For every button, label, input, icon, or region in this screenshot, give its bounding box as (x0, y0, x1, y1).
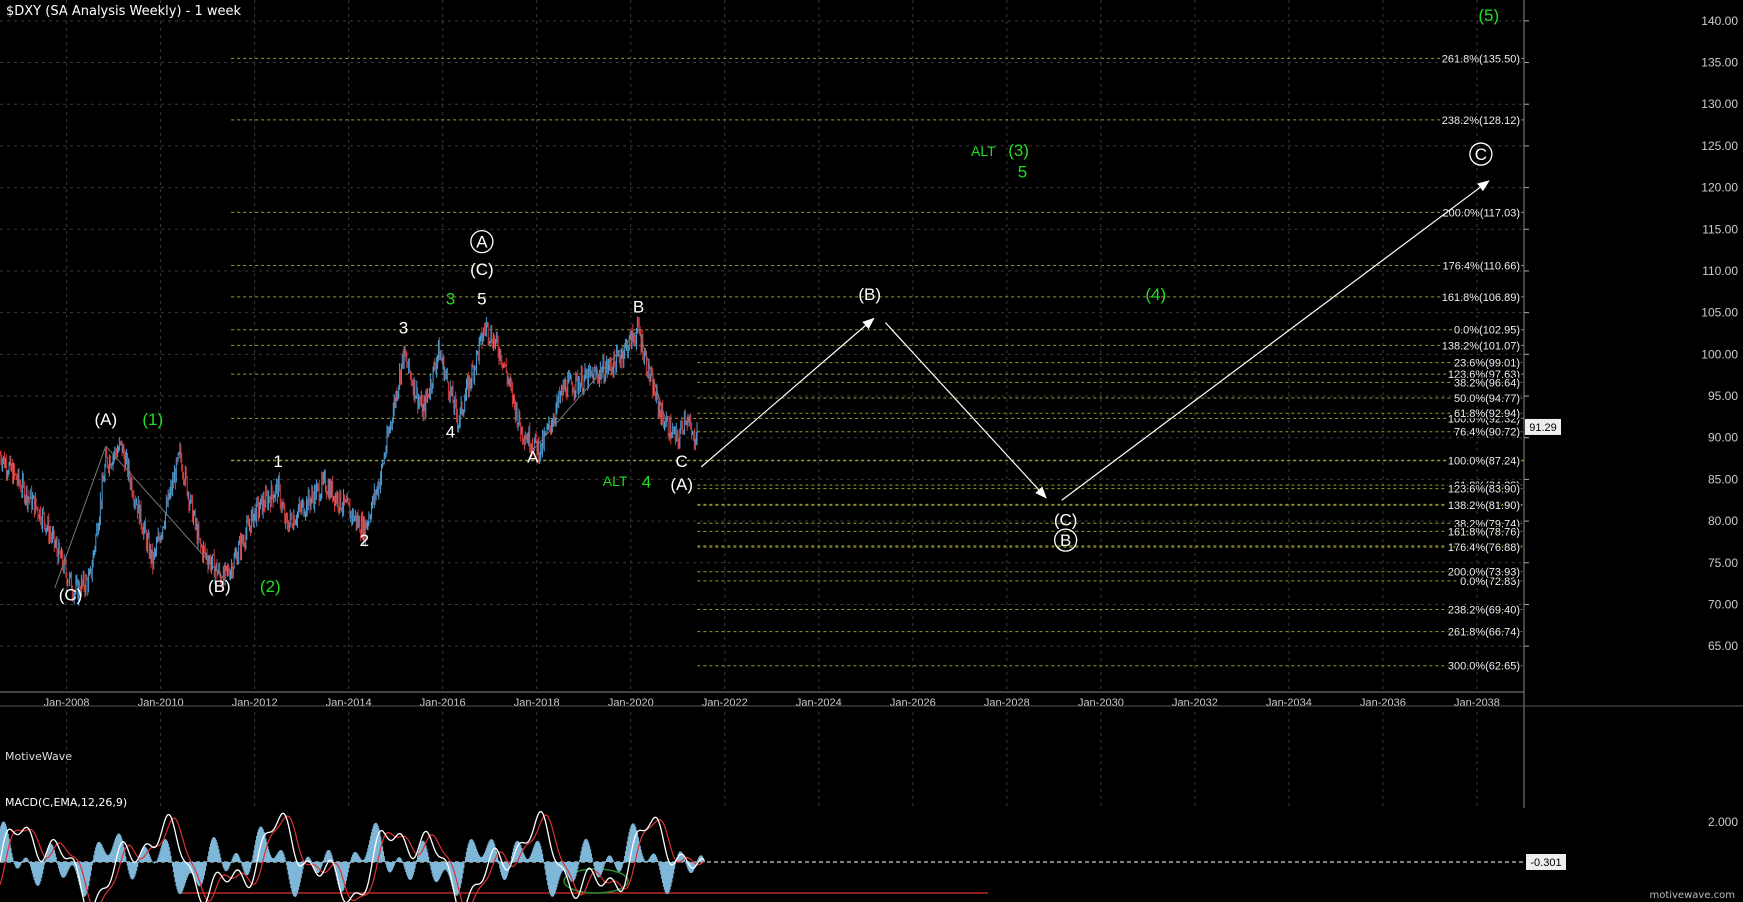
fib-label: 238.2%(128.12) (1442, 115, 1520, 127)
fib-label: 50.0%(94.77) (1454, 393, 1520, 405)
wave-diagonal (105, 445, 224, 579)
wave-label: (4) (1145, 285, 1166, 304)
wave-label: A (476, 233, 488, 252)
x-tick-label: Jan-2010 (138, 697, 184, 709)
x-tick-label: Jan-2018 (514, 697, 560, 709)
wave-label: ALT (603, 473, 628, 489)
brand-label: MotiveWave (5, 750, 73, 763)
wave-labels: (C) (A) (1) (B) (2) 1 2 3 4 3 5 (C) A A B C (A) ALT 4 (B) AL… (59, 6, 1499, 604)
wave-label: 3 (399, 318, 408, 337)
y-tick-label: 105.00 (1701, 306, 1738, 320)
wave-label: 4 (446, 423, 455, 442)
y-tick-label: 90.00 (1708, 431, 1738, 445)
y-tick-label: 85.00 (1708, 472, 1738, 486)
y-tick-label: 125.00 (1701, 139, 1738, 153)
fib-label: 100.0%(87.24) (1448, 456, 1520, 468)
y-tick-label: 65.00 (1708, 639, 1738, 653)
x-tick-label: Jan-2012 (232, 697, 278, 709)
wave-label: C (676, 452, 688, 471)
y-tick-label: 80.00 (1708, 514, 1738, 528)
x-tick-label: Jan-2016 (420, 697, 466, 709)
x-tick-label: Jan-2028 (984, 697, 1030, 709)
x-tick-label: Jan-2022 (702, 697, 748, 709)
wave-label: (C) (470, 260, 494, 279)
x-tick-label: Jan-2014 (326, 697, 372, 709)
fib-label: 176.4%(110.66) (1443, 260, 1520, 272)
x-tick-label: Jan-2034 (1266, 697, 1312, 709)
fib-label: 123.6%(83.90) (1448, 484, 1520, 496)
chart-title: $DXY (SA Analysis Weekly) - 1 week (6, 4, 242, 19)
y-tick-label: 120.00 (1701, 181, 1738, 195)
fib-label: 23.6%(99.01) (1454, 358, 1520, 370)
fib-label: 261.8%(135.50) (1442, 53, 1520, 65)
fib-label: 161.8%(78.76) (1448, 526, 1520, 538)
wave-label: (5) (1478, 6, 1499, 25)
y-tick-label: 75.00 (1708, 556, 1738, 570)
y-tick-label: 95.00 (1708, 389, 1738, 403)
y-tick-label: 140.00 (1701, 14, 1738, 28)
wave-label: 3 (446, 289, 455, 308)
wave-label: 5 (1018, 163, 1027, 182)
fib-label: 38.2%(96.64) (1454, 377, 1520, 389)
wave-label: 2 (360, 531, 369, 550)
wave-diagonal (54, 445, 107, 588)
fib-label: 238.2%(69.40) (1448, 604, 1520, 616)
wave-label: (2) (260, 577, 281, 596)
footer-watermark: motivewave.com (1649, 890, 1735, 901)
y-tick-label: 135.00 (1701, 56, 1738, 70)
macd-title: MACD(C,EMA,12,26,9) (5, 796, 128, 809)
fib-label: 300.0%(62.65) (1448, 661, 1520, 673)
macd-panel: 2.000 -0.301 (0, 810, 1738, 902)
wave-diagonal (532, 328, 639, 451)
y-tick-label: 110.00 (1702, 264, 1738, 278)
x-tick-label: Jan-2038 (1454, 697, 1500, 709)
wave-label: (C) (59, 585, 83, 604)
fib-label: 200.0%(73.93) (1448, 567, 1520, 579)
fib-label: 138.2%(101.07) (1442, 340, 1520, 352)
wave-label: (B) (858, 285, 881, 304)
x-tick-label: Jan-2032 (1172, 697, 1218, 709)
wave-label: (1) (142, 410, 163, 429)
x-tick-label: Jan-2036 (1360, 697, 1406, 709)
y-tick-label: 100.00 (1701, 347, 1738, 361)
chart-canvas: 261.8%(135.50) 238.2%(128.12) 200.0%(117.0… (0, 0, 1743, 902)
fib-label: 61.8%(92.94) (1454, 408, 1520, 420)
wave-label: (A) (94, 410, 117, 429)
macd-value-label: -0.301 (1530, 857, 1561, 869)
macd-tick-label: 2.000 (1708, 815, 1738, 829)
fib-label: 161.8%(106.89) (1442, 292, 1520, 304)
wave-diagonal (638, 329, 667, 422)
x-tick-label: Jan-2020 (608, 697, 654, 709)
x-tick-label: Jan-2026 (890, 697, 936, 709)
grid-lines (0, 0, 1524, 808)
y-tick-label: 130.00 (1701, 97, 1738, 111)
last-price-label: 91.29 (1529, 422, 1557, 434)
x-tick-label: Jan-2024 (796, 697, 842, 709)
wave-label: B (633, 298, 644, 317)
fib-label: 176.4%(76.88) (1448, 542, 1520, 554)
wave-label: (3) (1008, 141, 1029, 160)
wave-label: ALT (971, 143, 996, 159)
fib-label: 0.0%(102.95) (1454, 325, 1520, 337)
x-tick-label: Jan-2030 (1078, 697, 1124, 709)
x-tick-label: Jan-2008 (44, 697, 90, 709)
fib-label: 261.8%(66.74) (1448, 627, 1520, 639)
fib-label: 138.2%(81.90) (1448, 500, 1520, 512)
y-tick-label: 70.00 (1708, 597, 1738, 611)
wave-label: (A) (670, 475, 693, 494)
fib-label: 76.4%(90.72) (1454, 427, 1520, 439)
fib-label: 200.0%(117.03) (1443, 207, 1520, 219)
wave-label: C (1475, 145, 1487, 164)
wave-label: 1 (273, 452, 282, 471)
projection-arrow (700, 317, 875, 468)
wave-label: B (1060, 531, 1071, 550)
wave-label: (B) (208, 577, 231, 596)
wave-label: A (527, 448, 539, 467)
wave-label: (C) (1054, 510, 1078, 529)
wave-label: 4 (642, 473, 651, 492)
wave-label: 5 (477, 289, 486, 308)
projection-arrow (884, 322, 1047, 499)
y-tick-label: 115.00 (1702, 222, 1738, 236)
